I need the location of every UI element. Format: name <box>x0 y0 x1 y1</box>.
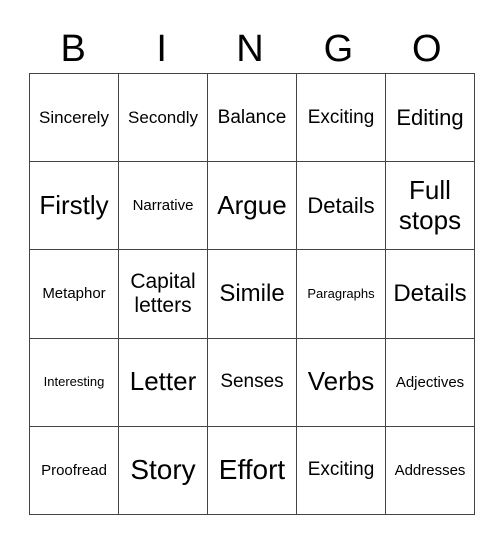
bingo-header: B I N G O <box>29 26 471 72</box>
grid-row: Sincerely Secondly Balance Exciting Edit… <box>29 72 475 163</box>
bingo-cell[interactable]: Story <box>118 425 208 516</box>
header-letter-i: I <box>156 28 167 70</box>
bingo-cell[interactable]: Effort <box>207 425 297 516</box>
header-letter-b: B <box>60 28 86 70</box>
grid-row: Firstly Narrative Argue Details Full sto… <box>29 161 475 251</box>
bingo-cell[interactable]: Letter <box>118 337 208 427</box>
bingo-cell[interactable]: Interesting <box>29 337 119 427</box>
bingo-cell[interactable]: Full stops <box>385 161 475 251</box>
bingo-cell[interactable]: Paragraphs <box>296 249 386 339</box>
grid-row: Interesting Letter Senses Verbs Adjectiv… <box>29 337 475 427</box>
header-letter-g: G <box>323 28 354 70</box>
bingo-cell[interactable]: Metaphor <box>29 249 119 339</box>
bingo-cell[interactable]: Firstly <box>29 161 119 251</box>
bingo-cell[interactable]: Sincerely <box>29 72 119 163</box>
grid-row: Proofread Story Effort Exciting Addresse… <box>29 425 475 516</box>
bingo-cell[interactable]: Editing <box>385 72 475 163</box>
bingo-cell[interactable]: Exciting <box>296 72 386 163</box>
bingo-cell[interactable]: Details <box>385 249 475 339</box>
bingo-cell[interactable]: Simile <box>207 249 297 339</box>
bingo-grid: Sincerely Secondly Balance Exciting Edit… <box>29 72 475 516</box>
bingo-cell[interactable]: Capital letters <box>118 249 208 339</box>
bingo-cell[interactable]: Verbs <box>296 337 386 427</box>
bingo-cell[interactable]: Proofread <box>29 425 119 516</box>
bingo-cell[interactable]: Details <box>296 161 386 251</box>
header-letter-o: O <box>412 28 442 70</box>
bingo-cell[interactable]: Exciting <box>296 425 386 516</box>
bingo-cell[interactable]: Narrative <box>118 161 208 251</box>
grid-row: Metaphor Capital letters Simile Paragrap… <box>29 249 475 339</box>
bingo-cell[interactable]: Argue <box>207 161 297 251</box>
bingo-cell[interactable]: Senses <box>207 337 297 427</box>
header-letter-n: N <box>236 28 264 70</box>
bingo-cell[interactable]: Adjectives <box>385 337 475 427</box>
bingo-cell[interactable]: Addresses <box>385 425 475 516</box>
bingo-cell[interactable]: Balance <box>207 72 297 163</box>
bingo-cell[interactable]: Secondly <box>118 72 208 163</box>
